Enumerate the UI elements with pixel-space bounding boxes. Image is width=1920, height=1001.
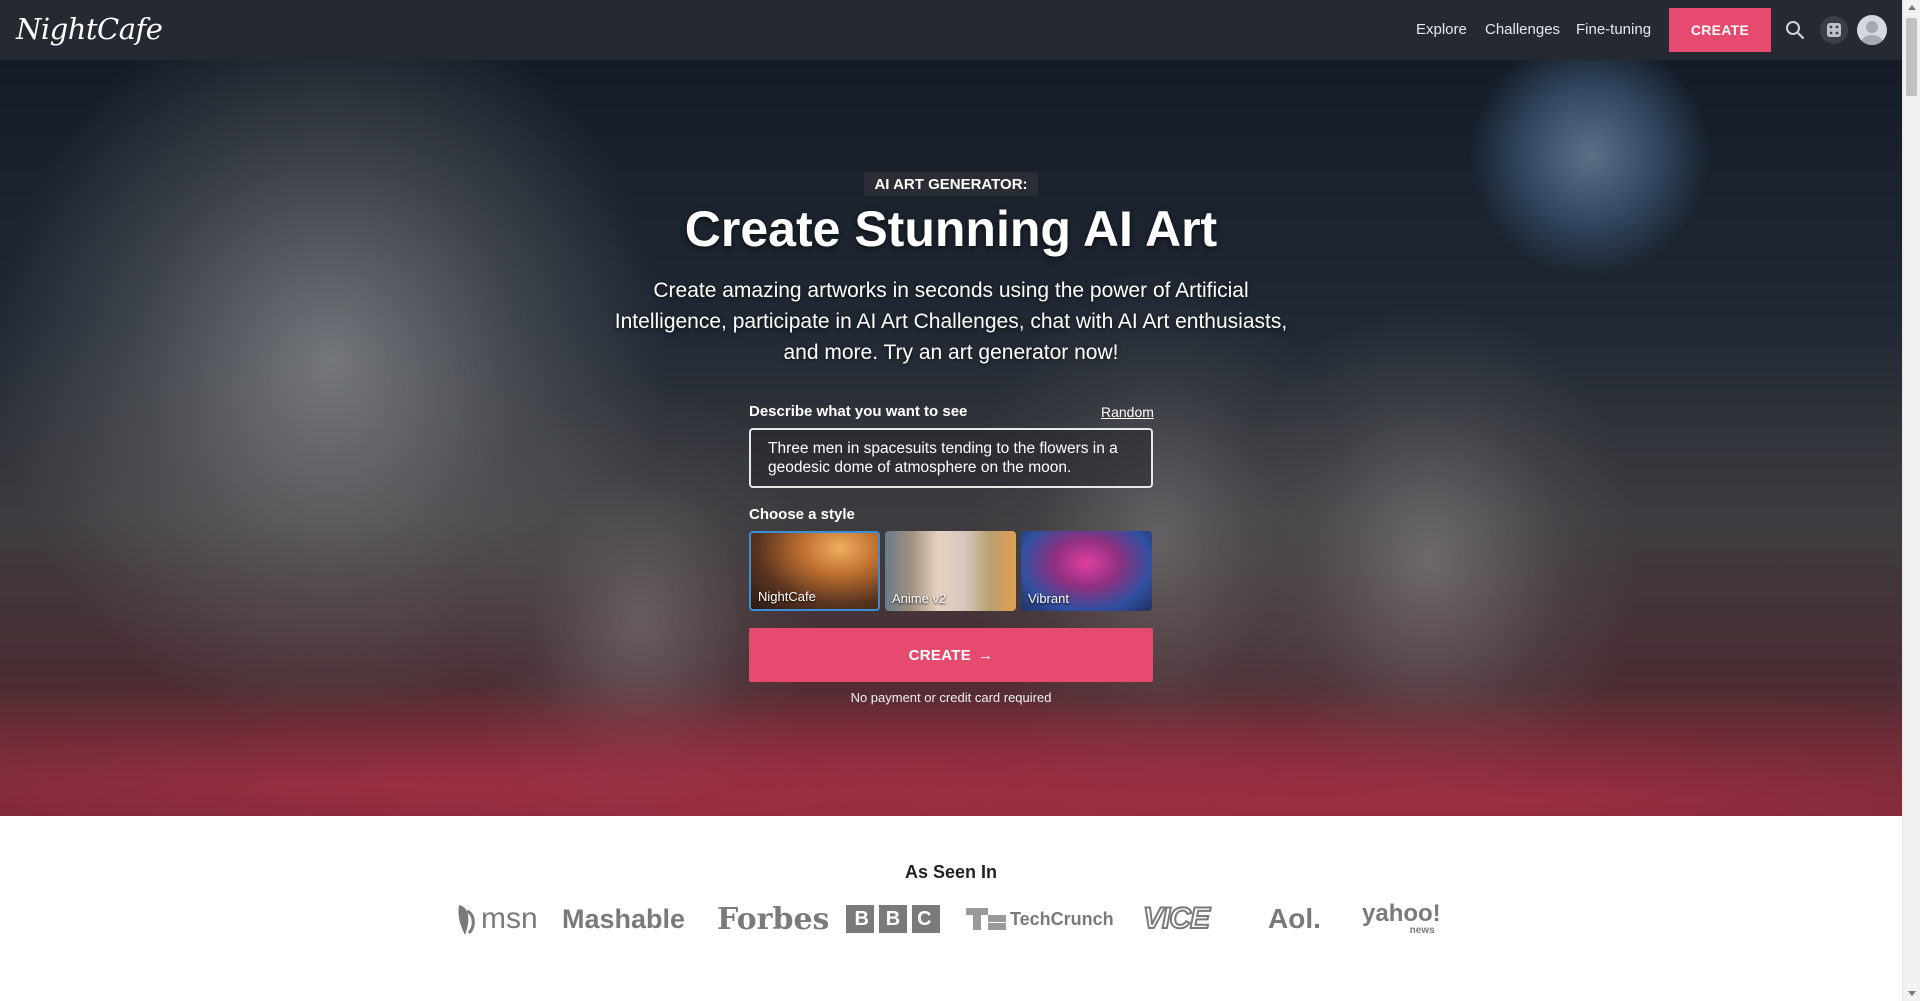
techcrunch-tc-icon	[966, 908, 1006, 930]
as-seen-in-title: As Seen In	[904, 862, 998, 882]
press-logo-bbc: BBC	[846, 897, 940, 941]
vice-logo-text: VICE	[1142, 901, 1211, 936]
forbes-logo-text: Forbes	[717, 901, 830, 937]
msn-butterfly-icon	[458, 905, 475, 935]
user-avatar[interactable]	[1857, 15, 1887, 45]
press-logo-vice: VICE	[1142, 897, 1211, 941]
style-name: NightCafe	[758, 589, 816, 604]
style-card-anime-v2[interactable]: Anime v2	[885, 531, 1016, 611]
style-card-vibrant[interactable]: Vibrant	[1021, 531, 1152, 611]
random-prompt-link[interactable]: Random	[1101, 404, 1154, 420]
yahoo-news-text: news	[1409, 925, 1435, 936]
press-logo-msn: msn	[455, 897, 538, 941]
yahoo-logo-text: yahoo!	[1362, 900, 1441, 927]
create-label: CREATE	[908, 646, 972, 664]
hero-subtext: Create amazing artworks in seconds using…	[614, 279, 1288, 364]
style-name: Anime v2	[892, 591, 947, 606]
hero-section: AI ART GENERATOR: Create Stunning AI Art…	[0, 60, 1902, 816]
prompt-input[interactable]	[749, 428, 1153, 488]
search-icon[interactable]	[1781, 16, 1809, 44]
arrow-right-icon: →	[978, 646, 994, 664]
page-scrollbar[interactable]	[1902, 0, 1920, 1001]
style-label: Choose a style	[749, 506, 855, 523]
techcrunch-logo-text: TechCrunch	[1010, 908, 1114, 929]
top-navbar: NightCafe Explore Challenges Fine-tuning…	[0, 0, 1902, 60]
no-payment-note: No payment or credit card required	[850, 690, 1052, 705]
nav-explore-link[interactable]: Explore	[1416, 21, 1467, 38]
mashable-logo-text: Mashable	[562, 903, 686, 934]
msn-logo-text: msn	[481, 902, 538, 935]
aol-logo-text: Aol.	[1268, 903, 1321, 934]
scroll-up-arrow-icon[interactable]	[1908, 5, 1916, 10]
nav-fine-tuning-link[interactable]: Fine-tuning	[1576, 21, 1651, 38]
scrollbar-thumb[interactable]	[1906, 18, 1917, 96]
nav-create-button[interactable]: CREATE	[1669, 8, 1771, 52]
prompt-label: Describe what you want to see	[749, 403, 968, 420]
press-logo-forbes: Forbes	[717, 897, 829, 941]
scroll-down-arrow-icon[interactable]	[1908, 991, 1916, 996]
hero-headline: Create Stunning AI Art	[684, 201, 1218, 257]
press-logo-techcrunch: TechCrunch	[966, 897, 1114, 941]
press-logo-yahoo-news: yahoo! news	[1362, 897, 1441, 941]
bbc-letter: C	[917, 907, 932, 930]
bbc-letter: B	[854, 907, 869, 930]
nav-challenges-link[interactable]: Challenges	[1485, 21, 1560, 38]
bbc-logo-text: BBC	[846, 908, 940, 931]
nightcafe-logo[interactable]: NightCafe	[16, 12, 163, 46]
press-logo-mashable: Mashable	[562, 897, 685, 941]
bbc-letter: B	[885, 907, 901, 930]
hero-content: AI ART GENERATOR: Create Stunning AI Art…	[0, 60, 1902, 816]
dice-icon[interactable]	[1820, 16, 1848, 44]
style-card-nightcafe[interactable]: NightCafe	[749, 531, 880, 611]
style-name: Vibrant	[1028, 591, 1069, 606]
press-logo-aol: Aol.	[1268, 897, 1321, 941]
hero-tagline: AI ART GENERATOR:	[864, 172, 1038, 196]
hero-create-button[interactable]: CREATE →	[749, 628, 1153, 682]
